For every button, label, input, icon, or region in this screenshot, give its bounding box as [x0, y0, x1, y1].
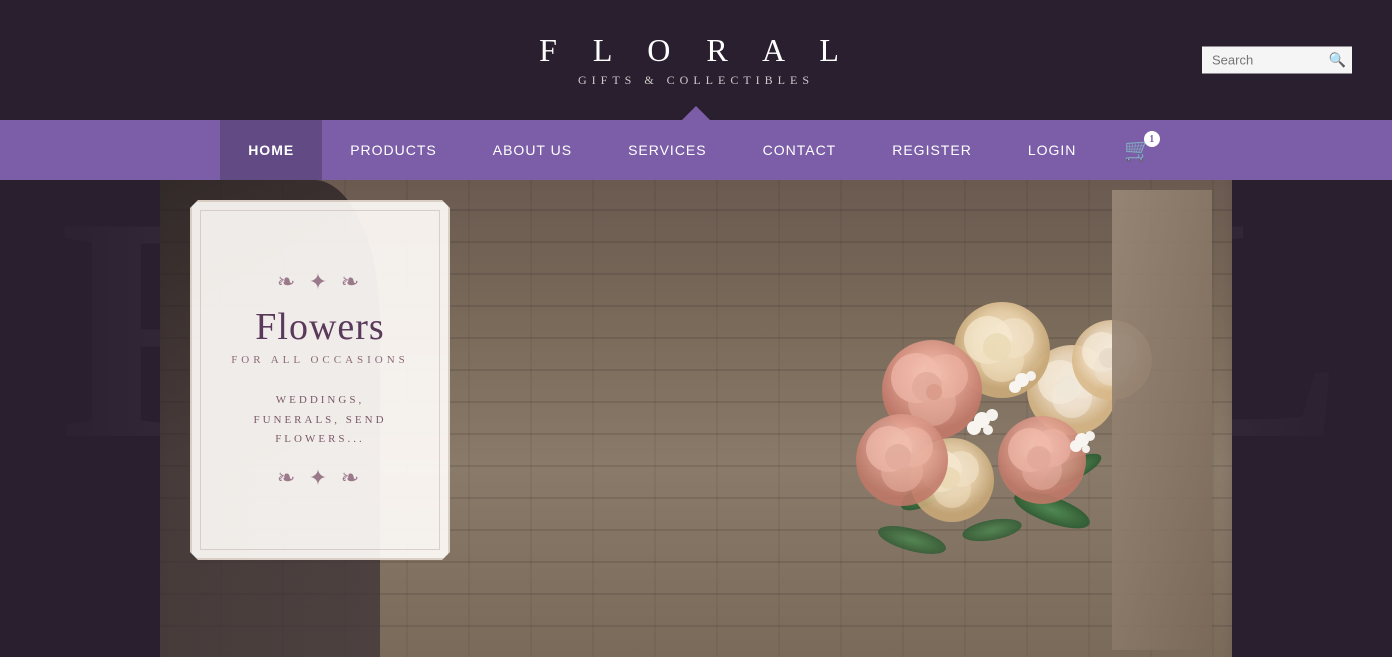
nav-cart[interactable]: 🛒 1 [1104, 120, 1171, 180]
cart-badge: 1 [1144, 131, 1160, 147]
nav-notch [682, 106, 710, 120]
side-overlay-left [0, 180, 170, 657]
card-desc-line1: WEDDINGS, [276, 394, 364, 406]
nav-item-contact[interactable]: CONTACT [735, 120, 865, 180]
hero-image: ❧ ✦ ❧ Flowers FOR ALL OCCASIONS WEDDINGS… [160, 180, 1232, 657]
site-header: F L O R A L GIFTS & COLLECTIBLES 🔍 [0, 0, 1392, 120]
card-ornament-top: ❧ ✦ ❧ [277, 269, 363, 295]
main-content: ❧ ✦ ❧ Flowers FOR ALL OCCASIONS WEDDINGS… [0, 180, 1392, 657]
card-ornament-bottom: ❧ ✦ ❧ [277, 465, 363, 491]
search-button[interactable]: 🔍 [1329, 52, 1346, 69]
card-title: Flowers [255, 305, 384, 349]
navigation-bar: HOME PRODUCTS ABOUT US SERVICES CONTACT … [0, 120, 1392, 180]
card-desc-line3: FLOWERS... [275, 433, 365, 445]
floral-card: ❧ ✦ ❧ Flowers FOR ALL OCCASIONS WEDDINGS… [190, 200, 450, 560]
side-overlay-right [1222, 180, 1392, 657]
nav-items: HOME PRODUCTS ABOUT US SERVICES CONTACT … [220, 120, 1172, 180]
nav-item-products[interactable]: PRODUCTS [322, 120, 465, 180]
card-desc-line2: FUNERALS, SEND [253, 414, 386, 426]
cart-icon-wrapper: 🛒 1 [1124, 137, 1151, 163]
card-subtitle: FOR ALL OCCASIONS [231, 354, 409, 366]
nav-ribbon-right [1222, 120, 1392, 180]
nav-ribbon-left [0, 120, 170, 180]
nav-item-home[interactable]: HOME [220, 120, 322, 180]
nav-item-register[interactable]: REGISTER [864, 120, 1000, 180]
nav-item-login[interactable]: LOGIN [1000, 120, 1105, 180]
nav-item-services[interactable]: SERVICES [600, 120, 735, 180]
card-description: WEDDINGS, FUNERALS, SEND FLOWERS... [253, 391, 386, 450]
logo-title: F L O R A L [539, 32, 853, 69]
nav-item-about[interactable]: ABOUT US [465, 120, 600, 180]
rose-bouquet [752, 190, 1212, 650]
search-area[interactable]: 🔍 [1202, 47, 1352, 74]
logo-area: F L O R A L GIFTS & COLLECTIBLES [40, 32, 1352, 88]
logo-subtitle: GIFTS & COLLECTIBLES [578, 73, 814, 88]
